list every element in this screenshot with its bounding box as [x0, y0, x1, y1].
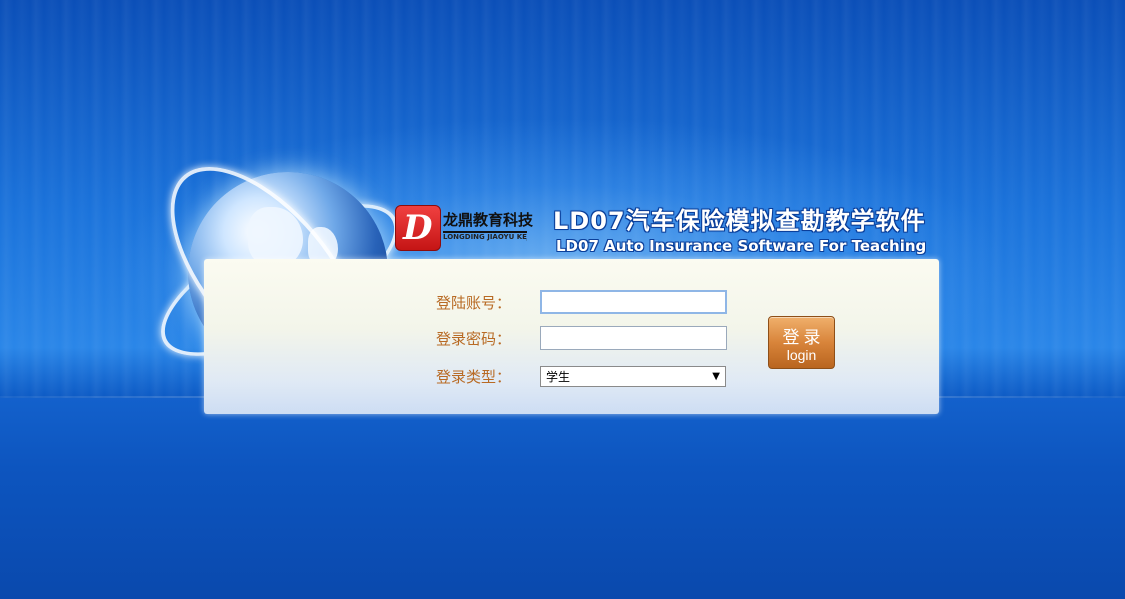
- login-button-label-cn: 登录: [782, 328, 825, 348]
- login-panel: 登陆账号： 登录密码： 登录类型： 学生 ▼ 登录 login: [204, 259, 939, 414]
- type-row: 登录类型： 学生 ▼: [436, 363, 726, 389]
- company-logo: D 龙鼎教育科技 LONGDING JIAOYU KEJI: [395, 203, 535, 255]
- login-type-value: 学生: [546, 369, 571, 384]
- password-input[interactable]: [540, 326, 727, 350]
- password-row: 登录密码：: [436, 325, 727, 351]
- account-input[interactable]: [540, 290, 727, 314]
- login-type-select[interactable]: 学生 ▼: [540, 365, 726, 387]
- account-label: 登陆账号：: [436, 293, 512, 312]
- login-button-label-en: login: [786, 347, 817, 363]
- app-title-cn: LD07汽车保险模拟查勘教学软件: [553, 207, 926, 235]
- app-title-en: LD07 Auto Insurance Software For Teachin…: [556, 237, 927, 255]
- login-type-label: 登录类型：: [436, 367, 512, 386]
- logo-letter: D: [403, 208, 433, 248]
- background-floor: [0, 398, 1125, 599]
- company-name: 龙鼎教育科技: [443, 211, 534, 229]
- company-subtitle: LONGDING JIAOYU KEJI: [443, 231, 527, 241]
- chevron-down-icon: ▼: [712, 370, 720, 382]
- password-label: 登录密码：: [436, 329, 512, 348]
- login-button[interactable]: 登录 login: [768, 316, 835, 369]
- account-row: 登陆账号：: [436, 289, 727, 315]
- logo-mark: D: [395, 205, 441, 251]
